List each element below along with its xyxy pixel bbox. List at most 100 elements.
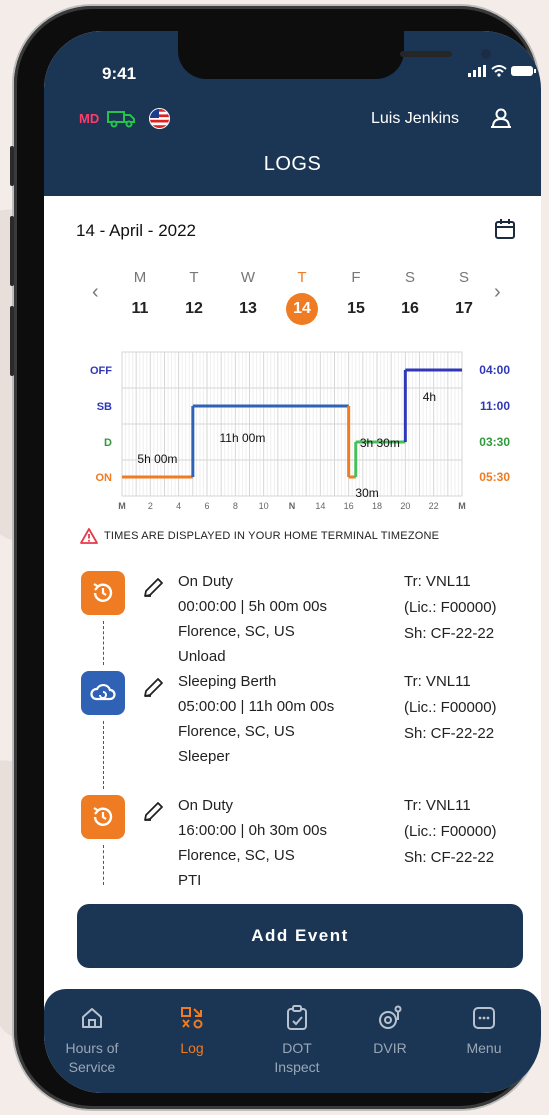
x-tick-label: 4	[176, 501, 181, 509]
event-time: 00:00:00 | 5h 00m 00s	[178, 598, 328, 615]
x-tick-label: 2	[148, 501, 153, 509]
event-type: On Duty	[178, 573, 234, 590]
event-truck: Tr: VNL11	[404, 797, 471, 814]
tab-log[interactable]: Log	[152, 1003, 232, 1058]
x-tick-label: 18	[372, 501, 382, 509]
x-tick-label: M	[118, 501, 126, 509]
row-label-off: OFF	[90, 365, 112, 377]
event-license: (Lic.: F00000)	[404, 699, 497, 716]
day-16[interactable]: S 16	[390, 269, 430, 325]
camera	[481, 49, 491, 59]
event-license: (Lic.: F00000)	[404, 823, 497, 840]
day-name: W	[240, 269, 256, 286]
event-note: Unload	[178, 648, 226, 665]
tab-hours-of-service[interactable]: Hours of Service	[52, 1003, 132, 1077]
day-number: 13	[239, 300, 257, 317]
wifi-icon	[491, 65, 507, 77]
timeline-connector	[103, 845, 104, 885]
day-number: 16	[401, 300, 419, 317]
tab-dvir[interactable]: DVIR	[350, 1003, 430, 1058]
event-details: On Duty 16:00:00 | 0h 30m 00s Florence, SC…	[178, 793, 327, 893]
event-vehicle-info: Tr: VNL11 (Lic.: F00000) Sh: CF-22-22	[404, 569, 497, 647]
truck-icon	[107, 111, 135, 128]
x-tick-label: M	[458, 501, 466, 509]
event-location: Florence, SC, US	[178, 723, 295, 740]
phone-frame: 9:41 MD Luis Jenkins LOGS 14 - April - 2…	[10, 6, 541, 1109]
x-tick-label: 8	[233, 501, 238, 509]
day-14[interactable]: T 14	[282, 269, 322, 325]
event-details: On Duty 00:00:00 | 5h 00m 00s Florence, SC…	[178, 569, 327, 669]
x-tick-label: N	[289, 501, 296, 509]
day-name: T	[297, 269, 307, 286]
day-15[interactable]: F 15	[336, 269, 376, 325]
status-icons	[467, 65, 537, 77]
menu-icon	[444, 1003, 524, 1033]
user-profile-icon[interactable]	[490, 107, 512, 129]
segment-duration-label: 4h	[423, 390, 436, 404]
phone-side-button	[10, 216, 14, 286]
week-selector: ‹ M 11 T 12 W 13 T 14 F 15 S 16 S 17 ›	[84, 269, 514, 325]
tab-label: DVIR	[373, 1040, 407, 1056]
event-shipment: Sh: CF-22-22	[404, 849, 495, 866]
app-screen: 9:41 MD Luis Jenkins LOGS 14 - April - 2…	[44, 31, 541, 1093]
status-time: 9:41	[102, 64, 137, 83]
tab-label: DOT Inspect	[274, 1040, 320, 1075]
event-time: 05:00:00 | 11h 00m 00s	[178, 698, 335, 715]
phone-notch	[178, 31, 491, 79]
edit-pencil-icon[interactable]	[142, 575, 166, 599]
day-number: 14	[286, 293, 318, 325]
x-tick-label: 6	[204, 501, 209, 509]
edit-pencil-icon[interactable]	[142, 799, 166, 823]
event-time: 16:00:00 | 0h 30m 00s	[178, 822, 328, 839]
tab-dot-inspect[interactable]: DOT Inspect	[257, 1003, 337, 1077]
tab-menu[interactable]: Menu	[444, 1003, 524, 1058]
chevron-right-icon[interactable]: ›	[494, 281, 501, 304]
phone-side-button	[10, 146, 14, 186]
event-note: PTI	[178, 872, 202, 889]
segment-duration-label: 30m	[355, 486, 378, 500]
day-17[interactable]: S 17	[444, 269, 484, 325]
page-title: LOGS	[263, 153, 322, 175]
speaker	[400, 51, 452, 57]
event-truck: Tr: VNL11	[404, 573, 471, 590]
row-total-sb: 11:00	[480, 399, 510, 413]
event-type: Sleeping Berth	[178, 673, 277, 690]
tab-label: Hours of Service	[65, 1040, 119, 1075]
md-label: MD	[79, 111, 100, 126]
x-tick-label: 10	[259, 501, 269, 509]
event-shipment: Sh: CF-22-22	[404, 725, 495, 742]
day-number: 12	[185, 300, 203, 317]
day-name: T	[189, 269, 199, 286]
bottom-tab-bar: Hours of Service Log DOT Inspect DVIR Menu	[44, 989, 541, 1093]
battery-icon	[511, 66, 536, 76]
row-total-on: 05:30	[479, 470, 510, 484]
day-13[interactable]: W 13	[228, 269, 268, 325]
dvir-icon	[350, 1003, 430, 1033]
day-12[interactable]: T 12	[174, 269, 214, 325]
x-tick-label: 16	[344, 501, 354, 509]
row-label-sb: SB	[97, 401, 112, 413]
calendar-icon[interactable]	[494, 218, 516, 240]
log-icon	[152, 1003, 232, 1033]
event-license: (Lic.: F00000)	[404, 599, 497, 616]
event-truck: Tr: VNL11	[404, 673, 471, 690]
edit-pencil-icon[interactable]	[142, 675, 166, 699]
day-name: M	[133, 269, 147, 286]
timezone-warning: TIMES ARE DISPLAYED IN YOUR HOME TERMINA…	[80, 528, 439, 544]
event-vehicle-info: Tr: VNL11 (Lic.: F00000) Sh: CF-22-22	[404, 793, 497, 871]
day-number: 17	[455, 300, 473, 317]
warning-icon	[80, 528, 98, 544]
add-event-button[interactable]: Add Event	[77, 904, 523, 968]
clipboard-icon	[257, 1003, 337, 1033]
on-duty-icon	[81, 795, 125, 839]
timeline-connector	[103, 721, 104, 789]
x-tick-label: 20	[400, 501, 410, 509]
day-name: F	[351, 269, 361, 286]
day-11[interactable]: M 11	[120, 269, 160, 325]
row-label-d: D	[104, 437, 112, 449]
day-name: S	[458, 269, 469, 286]
duty-status-chart: OFF 04:00 SB 11:00 D 03:30 ON 05:30 M 2 4 6 8 10 N 14 16…	[90, 351, 510, 509]
event-type: On Duty	[178, 797, 234, 814]
on-duty-icon	[81, 571, 125, 615]
chevron-left-icon[interactable]: ‹	[92, 281, 99, 304]
